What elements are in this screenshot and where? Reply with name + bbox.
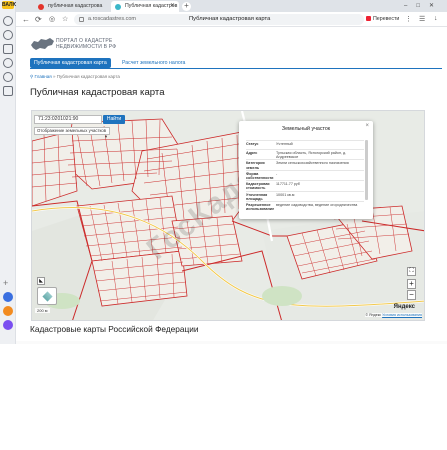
notes-icon[interactable] <box>3 86 13 96</box>
portal-name: ПОРТАЛ О КАДАСТРЕ НЕДВИЖИМОСТИ В РФ <box>56 38 117 50</box>
sidebar-badge[interactable]: ВАЛЮ <box>2 1 18 9</box>
popup-scrollbar[interactable] <box>365 140 368 200</box>
history-icon[interactable] <box>3 16 13 26</box>
popup-rows: Статус Учтенный Адрес Тульская область, Яс… <box>246 140 364 211</box>
extensions-icon[interactable]: ☰ <box>419 15 425 23</box>
info-row: Кадастровая стоимость 117711.77 руб <box>246 180 364 190</box>
cadastral-search-input[interactable]: 71:23:0201021:90 <box>34 115 102 124</box>
download-icon[interactable]: ↓ <box>434 15 438 22</box>
page-title: Публичная кадастровая карта <box>30 87 165 98</box>
translate-button[interactable]: Перевести <box>366 16 399 22</box>
parcel-info-popup: Земельный участок × Статус Учтенный Адрес… <box>239 121 373 219</box>
info-row: Уточненная площадь 10001 кв.м <box>246 190 364 201</box>
layer-select-value: Отображение земельных участков <box>37 128 107 133</box>
layers-icon <box>42 291 53 302</box>
tab-yandex[interactable]: публичная кадастрова <box>34 1 110 12</box>
kadastr-icon <box>115 4 121 10</box>
popup-title: Земельный участок <box>281 126 331 132</box>
map-scale: 200 м <box>35 308 50 313</box>
breadcrumb-separator: » <box>52 74 56 79</box>
protect-icon[interactable]: ◎ <box>49 14 55 25</box>
browser-sidebar: ВАЛЮ + <box>0 0 18 344</box>
reload-icon[interactable]: ⟳ <box>35 14 42 25</box>
lock-icon <box>79 17 84 22</box>
terms-link[interactable]: Условия использования <box>382 313 422 317</box>
map-copyright: © Яндекс Условия использования <box>365 313 422 317</box>
tab-land-tax[interactable]: Расчет земельного налога <box>118 58 189 68</box>
breadcrumb-home[interactable]: Главная <box>35 74 52 79</box>
translate-icon <box>366 16 371 21</box>
bookmark-icon[interactable]: ☆ <box>62 14 68 25</box>
alice-icon[interactable] <box>3 292 13 302</box>
tab-public-map[interactable]: Публичная кадастровая карта <box>30 58 111 68</box>
url-text: a.roscadastres.com <box>88 16 136 22</box>
messenger-icon[interactable] <box>3 320 13 330</box>
close-icon[interactable]: × <box>365 123 369 129</box>
info-row: Форма собственности - <box>246 169 364 180</box>
browser-window: { "sidebar": {"badge":"ВАЛЮ"}, "tabs": [… <box>0 0 447 450</box>
layer-select[interactable]: Отображение земельных участков ▾ <box>34 127 110 139</box>
section-title: Кадастровые карты Российской Федерации <box>30 324 199 334</box>
nav-divider <box>30 68 442 69</box>
close-icon[interactable]: ✕ <box>170 1 175 12</box>
blank-area <box>0 344 447 450</box>
mail-icon[interactable] <box>3 306 13 316</box>
map-layers-button[interactable] <box>37 287 57 305</box>
new-tab-button[interactable]: + <box>182 2 191 11</box>
page-content: ПОРТАЛ О КАДАСТРЕ НЕДВИЖИМОСТИ В РФ Публ… <box>16 27 447 344</box>
russia-map-logo-icon <box>31 38 54 50</box>
measure-icon[interactable]: ◣ <box>37 277 45 285</box>
bookmarks-icon[interactable] <box>3 44 13 54</box>
gear-icon[interactable] <box>3 30 13 40</box>
back-icon[interactable]: ← <box>22 14 30 25</box>
address-bar: ← ⟳ ◎ ☆ a.roscadastres.com Публичная кад… <box>16 12 447 27</box>
url-page-title: Публичная кадастровая карта <box>189 16 271 22</box>
info-row: Адрес Тульская область, Ясногорский район… <box>246 149 364 159</box>
translate-label: Перевести <box>373 16 400 22</box>
add-icon[interactable]: + <box>3 278 8 288</box>
tab-label: публичная кадастрова <box>48 3 103 9</box>
window-controls[interactable]: –□✕ <box>404 0 443 12</box>
url-field[interactable]: a.roscadastres.com Публичная кадастровая… <box>74 14 364 25</box>
fullscreen-icon[interactable]: ⛶ <box>407 267 416 276</box>
zoom-out-button[interactable]: − <box>407 290 416 300</box>
zoom-in-button[interactable]: + <box>407 279 416 289</box>
info-row: Разрешенное использование ведение садовод… <box>246 201 364 211</box>
apps-icon[interactable] <box>3 72 13 82</box>
tab-bar: публичная кадастрова Публичная кадастров… <box>16 0 447 12</box>
breadcrumb-current: Публичная кадастровая карта <box>56 74 120 79</box>
breadcrumb: ⚲ Главная » Публичная кадастровая карта <box>30 74 120 80</box>
downloads-icon[interactable] <box>3 58 13 68</box>
info-row: Статус Учтенный <box>246 140 364 149</box>
info-row: Категория земель Земли сельскохозяйственн… <box>246 159 364 170</box>
tab-kadastr[interactable]: Публичная кадастров ✕ <box>111 1 179 12</box>
chevron-down-icon: ▾ <box>104 134 107 139</box>
yandex-logo: Яндекс <box>393 304 415 310</box>
search-button[interactable]: Найти <box>103 115 125 124</box>
cadastral-map[interactable]: ГосКадастр 71:23:0201021:90 Найти Отобра… <box>31 110 425 321</box>
yandex-red-icon <box>38 4 44 10</box>
menu-icon[interactable]: ⋮ <box>405 15 412 23</box>
